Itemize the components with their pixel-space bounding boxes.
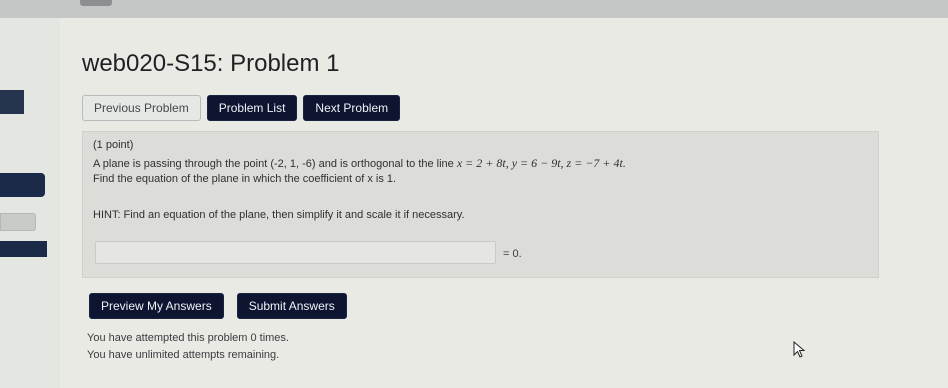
browser-top-strip xyxy=(0,0,948,18)
top-tab-handle xyxy=(80,0,112,6)
problem-points: (1 point) xyxy=(93,139,134,151)
preview-answers-button[interactable]: Preview My Answers xyxy=(89,293,224,319)
equals-zero-label: = 0. xyxy=(503,248,522,260)
sidebar-button[interactable] xyxy=(0,173,45,197)
attempts-status: You have attempted this problem 0 times. xyxy=(87,332,289,344)
answer-input[interactable] xyxy=(95,241,496,264)
submit-answers-button[interactable]: Submit Answers xyxy=(236,293,347,319)
problem-list-button[interactable]: Problem List xyxy=(206,95,298,121)
sidebar-button-light[interactable] xyxy=(0,213,36,231)
line-equation: x = 2 + 8t, y = 6 − 9t, z = −7 + 4t. xyxy=(456,156,626,170)
previous-problem-button[interactable]: Previous Problem xyxy=(82,95,201,121)
problem-nav: Previous Problem Problem List Next Probl… xyxy=(82,95,401,121)
attempts-remaining: You have unlimited attempts remaining. xyxy=(87,349,280,361)
problem-panel: (1 point) A plane is passing through the… xyxy=(82,131,879,278)
problem-hint: HINT: Find an equation of the plane, the… xyxy=(93,209,465,221)
problem-question: Find the equation of the plane in which … xyxy=(93,173,397,185)
sidebar-button[interactable] xyxy=(0,241,47,257)
answer-actions: Preview My Answers Submit Answers xyxy=(89,293,347,319)
main-content: web020-S15: Problem 1 Previous Problem P… xyxy=(60,18,948,388)
page-title: web020-S15: Problem 1 xyxy=(82,50,340,77)
sidebar-block[interactable] xyxy=(0,90,24,114)
next-problem-button[interactable]: Next Problem xyxy=(303,95,401,121)
problem-statement: A plane is passing through the point (-2… xyxy=(93,156,626,171)
mouse-pointer-icon xyxy=(793,341,806,358)
left-sidebar xyxy=(0,18,60,388)
statement-text: A plane is passing through the point (-2… xyxy=(93,158,457,170)
